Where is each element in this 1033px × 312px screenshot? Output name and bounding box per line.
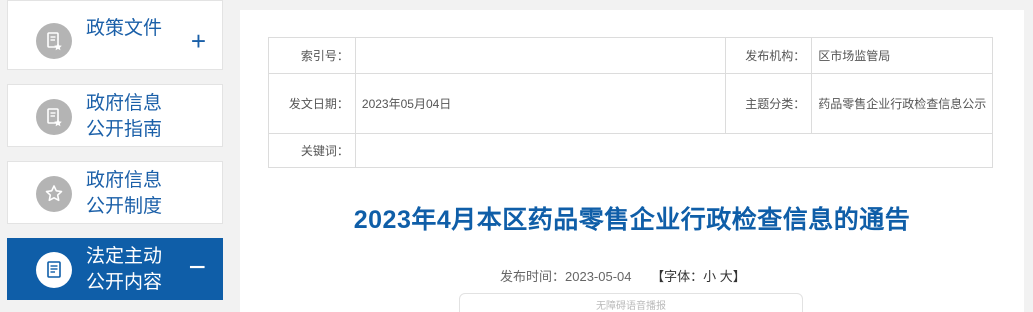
sidebar-item-statutory-content[interactable]: 法定主动 公开内容 − bbox=[7, 238, 223, 300]
sidebar-item-label: 政府信息 公开指南 bbox=[86, 93, 163, 140]
date-label: 发文日期： bbox=[268, 73, 356, 134]
tts-notice: 无障碍语音播报 bbox=[596, 301, 666, 312]
sidebar-item-policy-documents[interactable]: 政策文件 + bbox=[7, 0, 223, 70]
publisher-value: 区市场监管局 bbox=[811, 37, 993, 74]
keyword-value bbox=[354, 133, 994, 168]
expand-icon[interactable]: + bbox=[191, 28, 206, 54]
star-badge-icon bbox=[36, 176, 72, 212]
publish-time: 发布时间：2023-05-04 bbox=[500, 269, 632, 284]
sidebar-item-label: 政府信息 公开制度 bbox=[86, 170, 163, 217]
document-list-icon bbox=[36, 252, 72, 288]
main-panel: 索引号： 发布机构： 区市场监管局 发文日期： 2023年05月04日 主题分类… bbox=[240, 10, 1024, 312]
date-value: 2023年05月04日 bbox=[354, 73, 727, 134]
category-label: 主题分类： bbox=[725, 73, 813, 134]
publisher-label: 发布机构： bbox=[725, 37, 813, 74]
keyword-label: 关键词： bbox=[268, 133, 356, 168]
index-label: 索引号： bbox=[268, 37, 356, 74]
document-star-icon bbox=[36, 99, 72, 135]
sidebar-item-disclosure-guide[interactable]: 政府信息 公开指南 bbox=[7, 84, 223, 147]
font-large-button[interactable]: 大 bbox=[720, 269, 733, 284]
sidebar-item-disclosure-rules[interactable]: 政府信息 公开制度 bbox=[7, 161, 223, 224]
font-size-control: 【字体：小 大】 bbox=[651, 269, 746, 284]
font-small-button[interactable]: 小 bbox=[703, 269, 716, 284]
tts-player[interactable]: 无障碍语音播报 bbox=[459, 293, 803, 312]
publish-info: 发布时间：2023-05-04 【字体：小 大】 bbox=[500, 266, 746, 285]
metadata-table: 索引号： 发布机构： 区市场监管局 发文日期： 2023年05月04日 主题分类… bbox=[268, 37, 994, 168]
font-size-label: 【字体： bbox=[651, 269, 704, 284]
category-value: 药品零售企业行政检查信息公示 bbox=[811, 73, 993, 134]
document-star-icon bbox=[36, 23, 72, 59]
font-size-close: 】 bbox=[732, 269, 746, 284]
page: 政策文件 + 政府信息 公开指南 政府信息 公开制度 法定主动 公开内容 − 索… bbox=[0, 0, 1033, 312]
article-title: 2023年4月本区药品零售企业行政检查信息的通告 bbox=[353, 206, 911, 234]
index-value bbox=[354, 37, 727, 74]
sidebar-item-label: 政策文件 bbox=[86, 18, 163, 39]
collapse-icon[interactable]: − bbox=[188, 253, 206, 283]
sidebar-item-label: 法定主动 公开内容 bbox=[86, 246, 163, 293]
